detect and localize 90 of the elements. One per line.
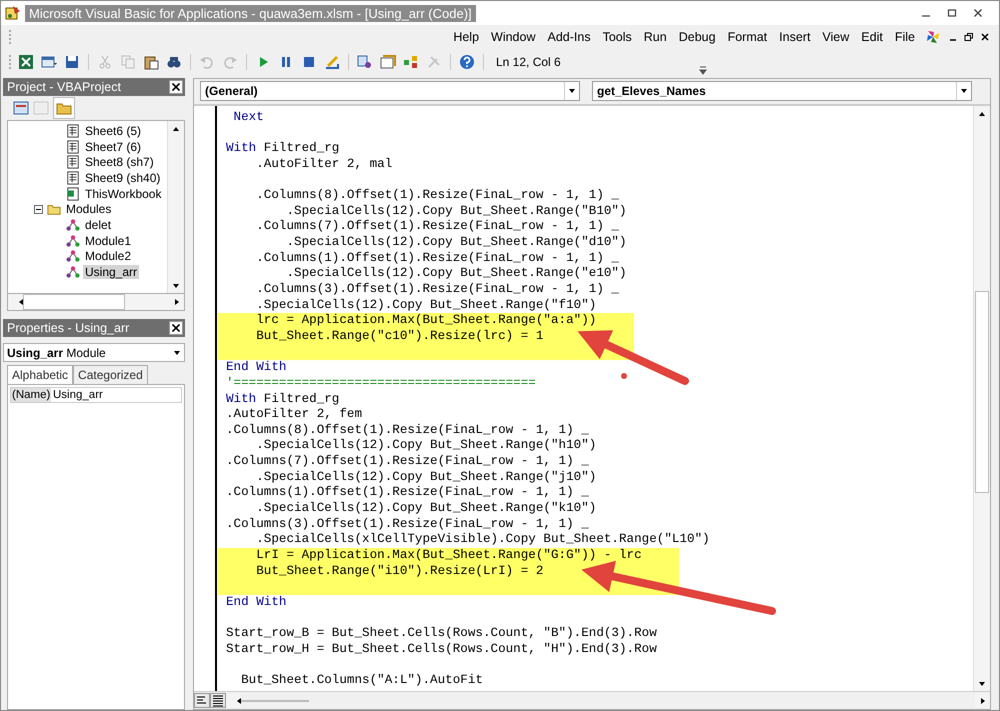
code-line: .SpecialCells(12).Copy But_Sheet.Range("B10") [285,204,627,218]
scroll-thumb[interactable] [241,700,309,702]
sheet-icon [66,155,80,170]
cursor-position: Ln 12, Col 6 [496,55,561,69]
code-line: '======================================== [226,376,536,390]
code-line: .Columns(1).Offset(1).Resize(FinaL_row - 1, 1) _ [255,250,619,265]
tree-item[interactable]: delet [83,218,114,232]
tree-item[interactable]: Sheet6 (5) [83,124,144,138]
object-dropdown[interactable]: (General) [200,81,580,101]
properties-tab[interactable]: Categorized [73,365,148,384]
menu-item[interactable]: Debug [672,30,722,44]
code-line: .Columns(8).Offset(1).Resize(FinaL_row - 1, 1) _ [226,422,589,437]
code-line: With Filtred_rg [226,392,340,406]
tree-item[interactable]: Sheet9 (sh40) [83,170,162,185]
dot-annotation [621,373,627,379]
folder-icon [47,202,61,216]
code-line: Next [232,110,264,124]
code-line: .Columns(8).Offset(1).Resize(FinaL_row - 1, 1) _ [255,188,619,202]
code-line: .SpecialCells(12).Copy But_Sheet.Range("h10") [255,438,596,452]
view-code-icon[interactable] [13,100,29,116]
close-icon[interactable] [980,32,990,42]
code-line: With Filtred_rg [226,141,340,156]
code-line: .AutoFilter 2, fem [226,407,362,422]
close-icon[interactable] [169,80,183,94]
project-panel-title: Project - VBAProject [7,80,121,94]
vba-app-icon [5,5,21,21]
procedure-dropdown[interactable]: get_Eleves_Names [592,81,972,101]
restore-icon[interactable] [964,32,974,42]
menu-item[interactable]: Format [722,30,774,44]
scroll-thumb[interactable] [975,291,989,493]
code-line: .SpecialCells(12).Copy But_Sheet.Range("d10") [285,235,627,250]
close-icon[interactable] [973,8,983,18]
help-icon[interactable] [457,52,477,72]
menu-item[interactable]: Window [485,30,542,44]
menu-item[interactable]: View [816,30,856,44]
toolbar-options-icon[interactable] [698,65,707,75]
tree-item[interactable]: Sheet8 (sh7) [83,155,156,170]
tree-item[interactable]: Module2 [83,249,134,264]
tree-item[interactable]: Module1 [83,234,134,248]
tree-item[interactable]: Modules [64,202,114,216]
close-icon[interactable] [169,321,183,335]
module-icon [66,265,80,280]
sheet-icon [66,124,80,138]
menu-item[interactable]: File [888,30,921,44]
code-line: End With [226,360,286,374]
code-line: .Columns(3).Offset(1).Resize(FinaL_row - 1, 1) _ [226,516,589,531]
workbook-icon [66,186,80,201]
object-dropdown[interactable]: Using_arr Module [3,343,185,362]
code-line: Start_row_B = But_Sheet.Cells(Rows.Count, "B").End(3).Row [226,626,657,640]
code-line: .SpecialCells(12).Copy But_Sheet.Range("k10") [255,501,596,516]
code-line: But_Sheet.Columns("A:L").AutoFit [240,673,483,688]
sheet-icon [66,140,80,154]
code-line: .Columns(7).Offset(1).Resize(FinaL_row - 1, 1) _ [255,219,619,234]
scroll-thumb[interactable] [23,294,125,310]
vba-pinwheel-icon [925,29,941,45]
tree-item[interactable]: ThisWorkbook [83,186,164,201]
procedure-view-icon[interactable] [194,693,210,708]
menu-item[interactable]: Help [447,30,486,44]
tree-item[interactable]: Sheet7 (6) [83,140,144,154]
menu-item[interactable]: Run [638,30,673,44]
code-line: .SpecialCells(12).Copy But_Sheet.Range("f10") [255,298,596,312]
menu-item[interactable]: Tools [596,30,638,44]
code-line: .Columns(1).Offset(1).Resize(FinaL_row - 1, 1) _ [226,485,589,500]
properties-tab[interactable]: Alphabetic [7,365,74,384]
sheet-icon [66,170,80,185]
code-line: .SpecialCells(12).Copy But_Sheet.Range("e10") [285,266,627,280]
menu-item[interactable]: Insert [773,30,816,44]
excel-icon[interactable] [16,52,36,72]
menu-item[interactable]: Add-Ins [542,30,597,44]
tree-item[interactable]: Using_arr [83,265,140,280]
code-line: .SpecialCells(12).Copy But_Sheet.Range("j10") [255,470,596,484]
property-value[interactable]: Using_arr [51,388,105,402]
code-line: .Columns(3).Offset(1).Resize(FinaL_row - 1, 1) _ [255,282,619,296]
module-icon [66,218,80,232]
menu-item[interactable]: Edit [855,30,889,44]
properties-panel-title: Properties - Using_arr [7,321,130,335]
property-name[interactable]: (Name) [11,388,51,402]
full-module-view-icon[interactable] [210,693,226,708]
code-line: .AutoFilter 2, mal [255,156,392,171]
code-line: .SpecialCells(xlCellTypeVisible).Copy But_Sheet.Range("L10") [255,532,710,546]
module-icon [66,234,80,248]
code-line: End With [226,594,286,609]
maximize-icon[interactable] [947,8,957,18]
collapse-toggle[interactable] [34,204,43,214]
module-icon [66,249,80,264]
scroll-right-icon[interactable] [975,693,990,708]
code-line: .Columns(7).Offset(1).Resize(FinaL_row - 1, 1) _ [226,454,589,468]
window-title: Microsoft Visual Basic for Applications - quawa3em.xlsm - [Using_arr (Code)] [25,4,476,22]
code-line: Start_row_H = But_Sheet.Cells(Rows.Count, "H").End(3).Row [226,642,657,656]
scroll-left-icon[interactable] [226,693,241,708]
